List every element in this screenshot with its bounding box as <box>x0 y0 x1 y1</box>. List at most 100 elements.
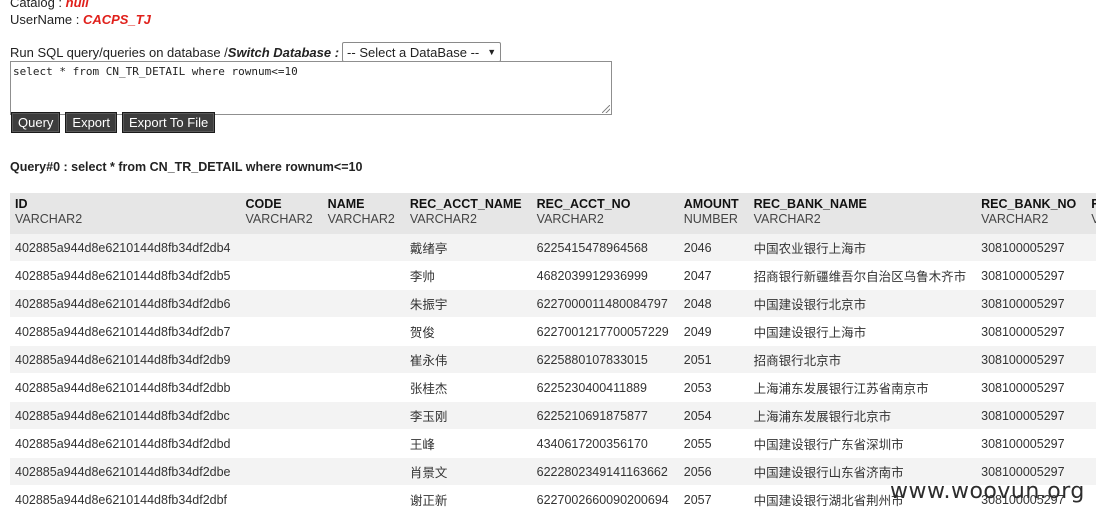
username-value: CACPS_TJ <box>82 12 151 27</box>
table-cell: 402885a944d8e6210144d8fb34df2db4 <box>10 234 241 262</box>
table-cell: 中国建设银行上海市 <box>748 317 977 346</box>
column-name: NAME <box>327 197 365 211</box>
table-cell: 6225415478964568 <box>531 234 679 262</box>
sql-textarea[interactable]: select * from CN_TR_DETAIL where rownum<… <box>10 61 612 115</box>
table-cell <box>1086 401 1096 430</box>
table-cell <box>240 317 323 346</box>
column-header: REC_ACCT_NAME VARCHAR2 <box>404 193 532 234</box>
column-type: VARCHAR2 <box>409 212 477 226</box>
table-row: 402885a944d8e6210144d8fb34df2db6 朱振宇 62270… <box>10 289 1096 318</box>
table-row: 402885a944d8e6210144d8fb34df2dbb 张桂杰 62252… <box>10 373 1096 402</box>
column-name: REC_ACCT_NO <box>536 197 631 211</box>
run-sql-line: Run SQL query/queries on database / Swit… <box>10 42 502 62</box>
table-cell: 6227002660090200694 <box>531 485 679 514</box>
column-header: REC_ACCT_NO VARCHAR2 <box>531 193 679 234</box>
table-cell: 308100005297 <box>976 261 1087 290</box>
table-cell: 崔永伟 <box>404 345 532 374</box>
table-cell <box>240 345 323 374</box>
table-cell: 2051 <box>678 345 749 374</box>
table-cell <box>240 429 323 458</box>
table-cell: 2049 <box>678 317 749 346</box>
table-cell <box>1086 317 1096 346</box>
column-header: NAME VARCHAR2 <box>322 193 405 234</box>
table-cell: 4340617200356170 <box>531 429 679 458</box>
column-name: CODE <box>245 197 282 211</box>
export-button[interactable]: Export <box>65 112 117 133</box>
action-buttons: Query Export Export To File <box>11 112 216 133</box>
column-type: NUMBER <box>683 212 738 226</box>
column-type: VA <box>1091 212 1096 226</box>
table-cell: 6225230400411889 <box>531 373 679 402</box>
query-button[interactable]: Query <box>11 112 61 133</box>
database-select[interactable]: -- Select a DataBase -- ▼ <box>342 42 502 62</box>
chevron-down-icon: ▼ <box>487 47 497 57</box>
results-table: ID VARCHAR2 CODE VARCHAR2 NAME VARCHAR2 REC… <box>10 193 1096 514</box>
table-cell: 6225210691875877 <box>531 401 679 430</box>
table-cell: 2046 <box>678 234 749 262</box>
table-cell: 402885a944d8e6210144d8fb34df2db6 <box>10 289 241 318</box>
table-cell <box>240 373 323 402</box>
table-cell: 308100005297 <box>976 429 1087 458</box>
table-cell: 中国建设银行广东省深圳市 <box>748 429 977 458</box>
catalog-label: Catalog : <box>10 0 66 10</box>
table-cell: 402885a944d8e6210144d8fb34df2db9 <box>10 345 241 374</box>
table-cell: 李玉刚 <box>404 401 532 430</box>
table-cell: 上海浦东发展银行北京市 <box>748 401 977 430</box>
table-cell: 2054 <box>678 401 749 430</box>
table-cell: 2055 <box>678 429 749 458</box>
page: Catalog : null UserName : CACPS_TJ Run S… <box>0 0 1096 519</box>
table-cell: 402885a944d8e6210144d8fb34df2dbc <box>10 401 241 430</box>
table-cell <box>240 289 323 318</box>
table-cell <box>322 234 405 262</box>
watermark: www.woovun.org <box>890 479 1085 504</box>
table-cell: 308100005297 <box>976 401 1087 430</box>
sql-text: select * from CN_TR_DETAIL where rownum<… <box>13 65 298 78</box>
table-cell <box>322 373 405 402</box>
table-cell: 402885a944d8e6210144d8fb34df2dbe <box>10 457 241 486</box>
table-cell: 李帅 <box>404 261 532 290</box>
table-cell: 中国建设银行北京市 <box>748 289 977 318</box>
catalog-value: null <box>65 0 89 10</box>
table-cell: 308100005297 <box>976 234 1087 262</box>
table-row: 402885a944d8e6210144d8fb34df2dbd 王峰 434061… <box>10 429 1096 458</box>
table-cell <box>240 401 323 430</box>
table-cell <box>1086 261 1096 290</box>
export-to-file-button[interactable]: Export To File <box>121 112 216 133</box>
connection-info: Catalog : null UserName : CACPS_TJ <box>10 0 151 28</box>
table-cell: 6227001217700057229 <box>531 317 679 346</box>
table-cell: 戴绪亭 <box>404 234 532 262</box>
resize-grip-icon[interactable] <box>602 105 610 113</box>
table-cell: 402885a944d8e6210144d8fb34df2dbb <box>10 373 241 402</box>
table-cell <box>322 289 405 318</box>
table-cell <box>322 485 405 514</box>
username-label: UserName : <box>10 12 83 27</box>
header-row: ID VARCHAR2 CODE VARCHAR2 NAME VARCHAR2 REC… <box>10 193 1096 234</box>
column-type: VARCHAR2 <box>15 212 83 226</box>
table-cell <box>240 234 323 262</box>
table-cell <box>240 261 323 290</box>
table-row: 402885a944d8e6210144d8fb34df2dbc 李玉刚 62252… <box>10 401 1096 430</box>
table-cell: 贺俊 <box>404 317 532 346</box>
table-cell <box>322 401 405 430</box>
table-cell: 招商银行北京市 <box>748 345 977 374</box>
table-cell: 肖景文 <box>404 457 532 486</box>
table-cell <box>322 429 405 458</box>
table-cell: 402885a944d8e6210144d8fb34df2dbd <box>10 429 241 458</box>
column-header: ID VARCHAR2 <box>10 193 241 234</box>
username-line: UserName : CACPS_TJ <box>10 11 151 28</box>
table-cell: 308100005297 <box>976 317 1087 346</box>
column-name: ID <box>15 197 28 211</box>
column-name: REC_ACCT_NAME <box>409 197 522 211</box>
column-name: REC_BANK_NO <box>981 197 1077 211</box>
table-cell <box>322 317 405 346</box>
column-header: CODE VARCHAR2 <box>240 193 323 234</box>
column-header: AMOUNT NUMBER <box>678 193 749 234</box>
switch-database-label: Switch Database : <box>227 44 340 60</box>
table-cell: 402885a944d8e6210144d8fb34df2db5 <box>10 261 241 290</box>
table-cell: 4682039912936999 <box>531 261 679 290</box>
table-cell: 上海浦东发展银行江苏省南京市 <box>748 373 977 402</box>
table-cell: 402885a944d8e6210144d8fb34df2dbf <box>10 485 241 514</box>
table-cell <box>1086 234 1096 262</box>
column-type: VARCHAR2 <box>753 212 821 226</box>
table-cell: 6222802349141163662 <box>531 457 679 486</box>
